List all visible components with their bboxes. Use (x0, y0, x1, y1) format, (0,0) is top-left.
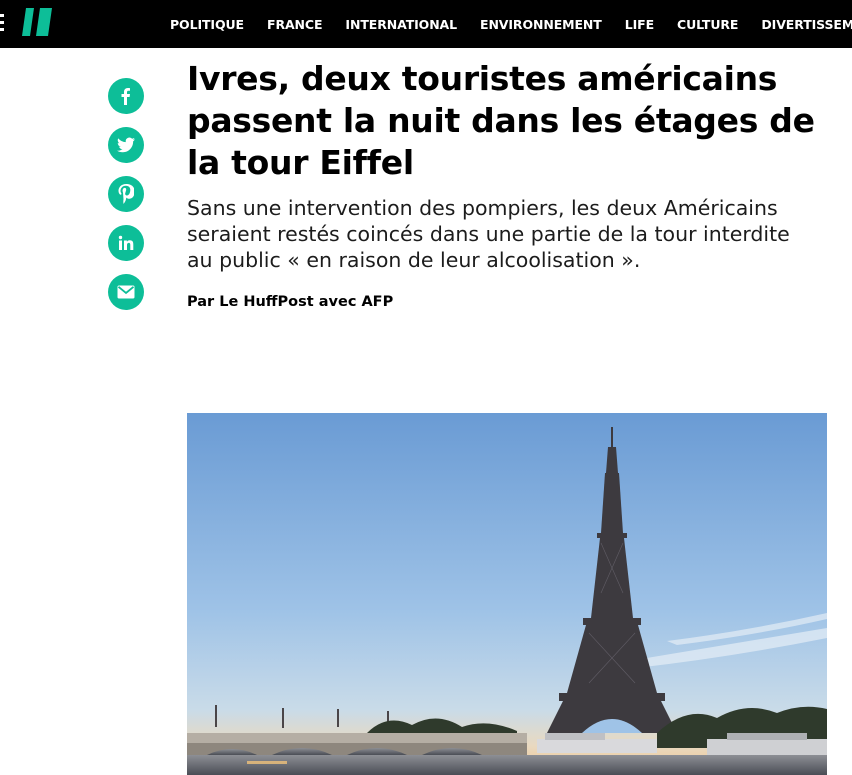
nav-item-france[interactable]: FRANCE (267, 17, 323, 32)
hamburger-menu-icon[interactable] (0, 14, 4, 34)
nav-item-culture[interactable]: CULTURE (677, 17, 738, 32)
nav-item-environnement[interactable]: ENVIRONNEMENT (480, 17, 602, 32)
main-nav: POLITIQUE FRANCE INTERNATIONAL ENVIRONNE… (170, 0, 852, 48)
article-hero-image[interactable] (187, 413, 827, 775)
nav-item-divertissement[interactable]: DIVERTISSEMENT (761, 17, 852, 32)
nav-item-politique[interactable]: POLITIQUE (170, 17, 244, 32)
email-share-button[interactable] (108, 274, 144, 310)
email-icon (117, 285, 135, 299)
article-headline: Ivres, deux touristes américains passent… (187, 59, 815, 182)
eiffel-tower-photo (187, 413, 827, 775)
share-buttons (108, 78, 146, 323)
nav-item-life[interactable]: LIFE (625, 17, 654, 32)
huffpost-logo[interactable] (22, 8, 52, 36)
pinterest-share-button[interactable] (108, 176, 144, 212)
top-navigation-bar: POLITIQUE FRANCE INTERNATIONAL ENVIRONNE… (0, 0, 852, 48)
twitter-share-button[interactable] (108, 127, 144, 163)
facebook-share-button[interactable] (108, 78, 144, 114)
article-byline: Par Le HuffPost avec AFP (187, 294, 394, 310)
article-subheadline: Sans une intervention des pompiers, les … (187, 196, 790, 272)
pinterest-icon (118, 184, 134, 204)
linkedin-share-button[interactable] (108, 225, 144, 261)
twitter-icon (117, 137, 135, 153)
facebook-icon (121, 88, 130, 105)
nav-item-international[interactable]: INTERNATIONAL (345, 17, 457, 32)
article-header: Ivres, deux touristes américains passent… (187, 58, 827, 310)
linkedin-icon (118, 235, 134, 250)
